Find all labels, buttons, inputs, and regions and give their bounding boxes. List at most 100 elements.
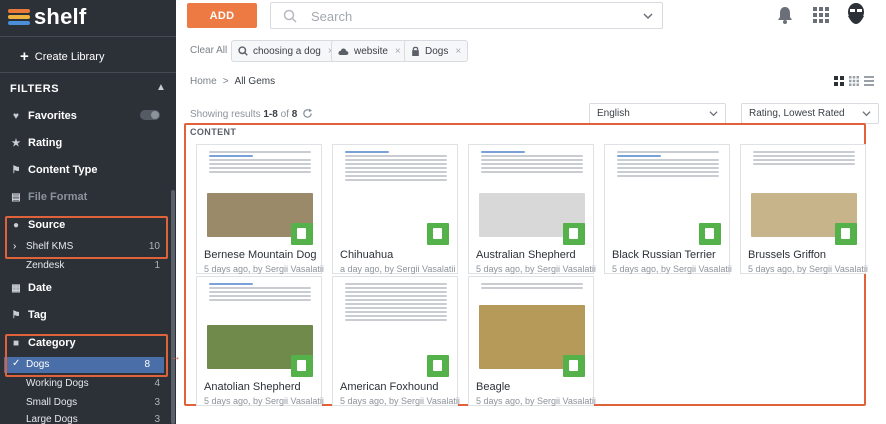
category-item-label: Small Dogs bbox=[26, 397, 78, 408]
search-placeholder: Search bbox=[311, 9, 353, 24]
filter-chip-dogs[interactable]: Dogs × bbox=[404, 40, 469, 62]
check-icon: ✓ bbox=[12, 358, 21, 369]
word-doc-icon bbox=[699, 223, 721, 245]
search-icon bbox=[283, 9, 297, 23]
filter-date-label: Date bbox=[28, 282, 52, 294]
card-title[interactable]: Bernese Mountain Dog bbox=[204, 249, 317, 261]
create-library-button[interactable]: + Create Library bbox=[20, 48, 104, 65]
filter-source[interactable]: ● Source bbox=[10, 217, 65, 233]
category-item-working-dogs[interactable]: Working Dogs 4 bbox=[10, 376, 160, 391]
favorites-toggle[interactable] bbox=[140, 110, 160, 120]
bell-icon[interactable] bbox=[777, 6, 793, 24]
content-card[interactable]: Black Russian Terrier 5 days ago, by Ser… bbox=[604, 144, 732, 274]
source-item-label: Zendesk bbox=[26, 260, 65, 271]
card-title[interactable]: Brussels Griffon bbox=[748, 249, 826, 261]
card-title[interactable]: Black Russian Terrier bbox=[612, 249, 716, 261]
filter-content-type-label: Content Type bbox=[28, 164, 98, 176]
content-card[interactable]: American Foxhound 5 days ago, by Sergii … bbox=[332, 276, 460, 406]
category-item-large-dogs[interactable]: Large Dogs 3 bbox=[10, 412, 160, 424]
filter-chip-website[interactable]: website × bbox=[331, 40, 408, 62]
search-box[interactable]: Search bbox=[270, 2, 663, 29]
language-select[interactable]: English bbox=[589, 103, 726, 124]
filter-source-label: Source bbox=[28, 219, 66, 231]
content-section-label: CONTENT bbox=[190, 127, 237, 137]
results-count: Showing results 1-8 of 8 bbox=[190, 108, 313, 120]
word-doc-icon bbox=[835, 223, 857, 245]
sidebar-scrollbar[interactable] bbox=[171, 190, 175, 424]
filter-tag[interactable]: ⚑ Tag bbox=[10, 307, 47, 323]
sidebar-divider bbox=[0, 72, 176, 73]
shelf-logo-icon bbox=[8, 7, 30, 27]
filter-favorites-label: Favorites bbox=[28, 110, 77, 122]
refresh-icon[interactable] bbox=[302, 108, 313, 119]
filter-category[interactable]: ■ Category bbox=[10, 335, 76, 351]
card-title[interactable]: Anatolian Shepherd bbox=[204, 381, 301, 393]
card-title[interactable]: Chihuahua bbox=[340, 249, 393, 261]
card-meta: 5 days ago, by Sergii Vasalatii bbox=[340, 396, 460, 406]
breadcrumb-current: All Gems bbox=[234, 76, 276, 87]
filter-rating[interactable]: ★ Rating bbox=[10, 135, 63, 151]
lock-icon bbox=[412, 46, 419, 56]
chevron-down-icon[interactable] bbox=[642, 10, 654, 22]
filter-content-type[interactable]: ⚑ Content Type bbox=[10, 162, 98, 178]
heart-icon: ♥ bbox=[13, 110, 19, 122]
avatar[interactable] bbox=[844, 2, 868, 30]
card-title[interactable]: Beagle bbox=[476, 381, 510, 393]
apps-grid-icon[interactable] bbox=[813, 7, 829, 23]
content-card[interactable]: Brussels Griffon 5 days ago, by Sergii V… bbox=[740, 144, 868, 274]
category-item-dogs[interactable]: ✓ Dogs 8 bbox=[4, 357, 164, 373]
app-root: shelf + Create Library FILTERS ▲ ♥ Favor… bbox=[0, 0, 886, 424]
content-card[interactable]: Beagle 5 days ago, by Sergii Vasalatii bbox=[468, 276, 596, 406]
category-item-count: 3 bbox=[154, 414, 160, 424]
card-title[interactable]: Australian Shepherd bbox=[476, 249, 576, 261]
filter-tag-label: Tag bbox=[28, 309, 47, 321]
close-icon[interactable]: × bbox=[395, 46, 401, 57]
file-icon: ▤ bbox=[11, 191, 21, 203]
breadcrumb-home[interactable]: Home bbox=[190, 76, 217, 87]
sort-select-value: Rating, Lowest Rated bbox=[749, 108, 845, 119]
filter-chip-choosing-a-dog[interactable]: choosing a dog × bbox=[231, 40, 341, 62]
word-doc-icon bbox=[563, 223, 585, 245]
grid-view-icon[interactable] bbox=[834, 76, 844, 86]
category-item-small-dogs[interactable]: Small Dogs 3 bbox=[10, 395, 160, 410]
filter-date[interactable]: ▦ Date bbox=[10, 280, 52, 296]
chevron-up-icon[interactable]: ▲ bbox=[156, 82, 166, 93]
content-card[interactable]: Australian Shepherd 5 days ago, by Sergi… bbox=[468, 144, 596, 274]
shelf-logo[interactable]: shelf bbox=[8, 4, 86, 30]
calendar-icon: ▦ bbox=[11, 282, 21, 294]
card-title[interactable]: American Foxhound bbox=[340, 381, 438, 393]
list-view-icon[interactable] bbox=[864, 76, 874, 86]
users-icon: ● bbox=[12, 219, 20, 231]
clear-all-link[interactable]: Clear All bbox=[190, 45, 227, 56]
filter-rating-label: Rating bbox=[28, 137, 63, 149]
filter-file-format[interactable]: ▤ File Format bbox=[10, 189, 87, 205]
plus-icon: + bbox=[20, 48, 29, 65]
chevron-down-icon bbox=[709, 111, 718, 117]
sidebar: shelf + Create Library FILTERS ▲ ♥ Favor… bbox=[0, 0, 176, 424]
word-doc-icon bbox=[427, 355, 449, 377]
small-grid-view-icon[interactable] bbox=[849, 76, 859, 86]
sort-select[interactable]: Rating, Lowest Rated bbox=[741, 103, 879, 124]
category-item-label: Large Dogs bbox=[26, 414, 78, 424]
close-icon[interactable]: × bbox=[455, 46, 461, 57]
sidebar-divider bbox=[0, 36, 176, 37]
chevron-down-icon bbox=[862, 111, 871, 117]
content-card[interactable]: Chihuahua a day ago, by Sergii Vasalatii bbox=[332, 144, 458, 274]
filter-favorites[interactable]: ♥ Favorites bbox=[10, 108, 77, 124]
category-item-count: 8 bbox=[144, 359, 150, 370]
category-item-count: 3 bbox=[154, 397, 160, 408]
content-card[interactable]: Bernese Mountain Dog 5 days ago, by Serg… bbox=[196, 144, 324, 274]
content-card[interactable]: Anatolian Shepherd 5 days ago, by Sergii… bbox=[196, 276, 324, 406]
filter-category-label: Category bbox=[28, 337, 76, 349]
category-item-label: Working Dogs bbox=[26, 378, 89, 389]
source-item-zendesk[interactable]: Zendesk 1 bbox=[10, 258, 160, 273]
card-meta: 5 days ago, by Sergii Vasalatii bbox=[476, 264, 596, 274]
category-item-label: Dogs bbox=[26, 359, 50, 370]
add-button[interactable]: ADD bbox=[187, 3, 257, 28]
card-meta: 5 days ago, by Sergii Vasalatii bbox=[476, 396, 596, 406]
word-doc-icon bbox=[291, 223, 313, 245]
source-item-shelf-kms[interactable]: › Shelf KMS 10 bbox=[10, 239, 160, 254]
breadcrumb-separator: > bbox=[222, 76, 229, 87]
chevron-right-icon[interactable]: › bbox=[13, 241, 16, 252]
chip-label: website bbox=[354, 45, 388, 57]
